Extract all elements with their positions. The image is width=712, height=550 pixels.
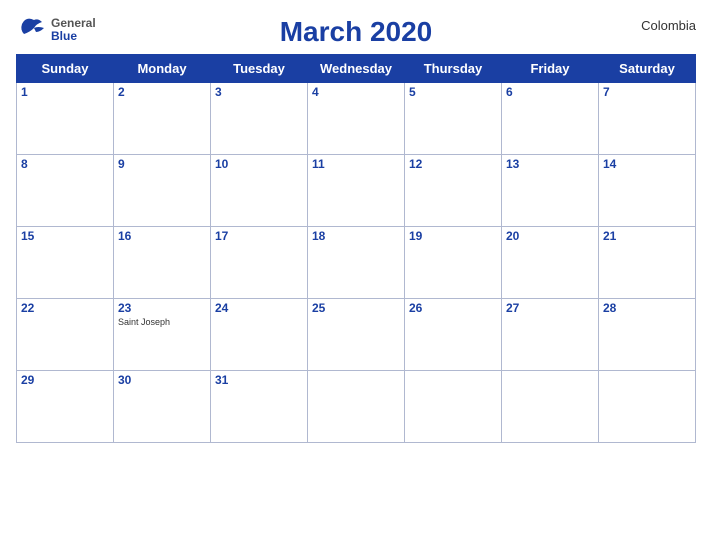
day-number: 22 <box>21 301 109 315</box>
calendar-cell: 22 <box>17 299 114 371</box>
day-number: 3 <box>215 85 303 99</box>
col-tuesday: Tuesday <box>211 55 308 83</box>
day-number: 29 <box>21 373 109 387</box>
day-number: 23 <box>118 301 206 315</box>
week-row-5: 29 30 31 <box>17 371 696 443</box>
day-number: 20 <box>506 229 594 243</box>
day-number: 10 <box>215 157 303 171</box>
calendar-cell <box>599 371 696 443</box>
week-row-1: 1234567 <box>17 83 696 155</box>
calendar-cell: 6 <box>502 83 599 155</box>
logo-icon <box>16 14 48 46</box>
day-number: 4 <box>312 85 400 99</box>
day-number: 2 <box>118 85 206 99</box>
calendar-cell: 23 Saint Joseph <box>114 299 211 371</box>
calendar-cell: 26 <box>405 299 502 371</box>
calendar-cell: 8 <box>17 155 114 227</box>
day-number: 26 <box>409 301 497 315</box>
week-row-3: 15 16 17 18 19 20 21 <box>17 227 696 299</box>
calendar-cell: 20 <box>502 227 599 299</box>
calendar-cell: 12 <box>405 155 502 227</box>
day-number: 15 <box>21 229 109 243</box>
calendar-cell: 16 <box>114 227 211 299</box>
calendar-cell: 9 <box>114 155 211 227</box>
day-number: 13 <box>506 157 594 171</box>
calendar: General Blue March 2020 Colombia Sunday … <box>0 0 712 550</box>
logo-blue: Blue <box>51 30 96 43</box>
calendar-title: March 2020 <box>280 16 433 48</box>
calendar-cell: 28 <box>599 299 696 371</box>
day-number: 21 <box>603 229 691 243</box>
calendar-cell: 30 <box>114 371 211 443</box>
day-number: 16 <box>118 229 206 243</box>
calendar-cell <box>405 371 502 443</box>
calendar-cell: 25 <box>308 299 405 371</box>
day-number: 14 <box>603 157 691 171</box>
day-number: 7 <box>603 85 691 99</box>
weekday-header-row: Sunday Monday Tuesday Wednesday Thursday… <box>17 55 696 83</box>
calendar-header: General Blue March 2020 Colombia <box>16 10 696 50</box>
calendar-cell: 4 <box>308 83 405 155</box>
calendar-cell: 7 <box>599 83 696 155</box>
day-number: 24 <box>215 301 303 315</box>
col-saturday: Saturday <box>599 55 696 83</box>
col-wednesday: Wednesday <box>308 55 405 83</box>
day-number: 9 <box>118 157 206 171</box>
day-number: 5 <box>409 85 497 99</box>
logo-texts: General Blue <box>51 17 96 43</box>
day-number: 27 <box>506 301 594 315</box>
col-monday: Monday <box>114 55 211 83</box>
calendar-cell: 3 <box>211 83 308 155</box>
day-number: 25 <box>312 301 400 315</box>
country-label: Colombia <box>641 18 696 33</box>
calendar-cell: 11 <box>308 155 405 227</box>
calendar-cell: 2 <box>114 83 211 155</box>
calendar-cell: 1 <box>17 83 114 155</box>
col-friday: Friday <box>502 55 599 83</box>
calendar-cell: 17 <box>211 227 308 299</box>
calendar-cell: 13 <box>502 155 599 227</box>
calendar-cell: 15 <box>17 227 114 299</box>
col-sunday: Sunday <box>17 55 114 83</box>
week-row-4: 22 23 Saint Joseph 24 25 26 27 28 <box>17 299 696 371</box>
calendar-cell: 27 <box>502 299 599 371</box>
calendar-cell: 19 <box>405 227 502 299</box>
day-number: 6 <box>506 85 594 99</box>
day-number: 11 <box>312 157 400 171</box>
day-number: 8 <box>21 157 109 171</box>
calendar-cell: 5 <box>405 83 502 155</box>
day-number: 31 <box>215 373 303 387</box>
col-thursday: Thursday <box>405 55 502 83</box>
calendar-table: Sunday Monday Tuesday Wednesday Thursday… <box>16 54 696 443</box>
day-number: 19 <box>409 229 497 243</box>
calendar-cell <box>502 371 599 443</box>
holiday-label: Saint Joseph <box>118 317 206 327</box>
calendar-cell <box>308 371 405 443</box>
day-number: 12 <box>409 157 497 171</box>
calendar-cell: 29 <box>17 371 114 443</box>
calendar-cell: 18 <box>308 227 405 299</box>
calendar-cell: 14 <box>599 155 696 227</box>
day-number: 28 <box>603 301 691 315</box>
day-number: 18 <box>312 229 400 243</box>
calendar-cell: 10 <box>211 155 308 227</box>
week-row-2: 89 10 11 12 13 14 <box>17 155 696 227</box>
calendar-cell: 21 <box>599 227 696 299</box>
calendar-cell: 31 <box>211 371 308 443</box>
calendar-cell: 24 <box>211 299 308 371</box>
day-number: 1 <box>21 85 109 99</box>
day-number: 17 <box>215 229 303 243</box>
day-number: 30 <box>118 373 206 387</box>
